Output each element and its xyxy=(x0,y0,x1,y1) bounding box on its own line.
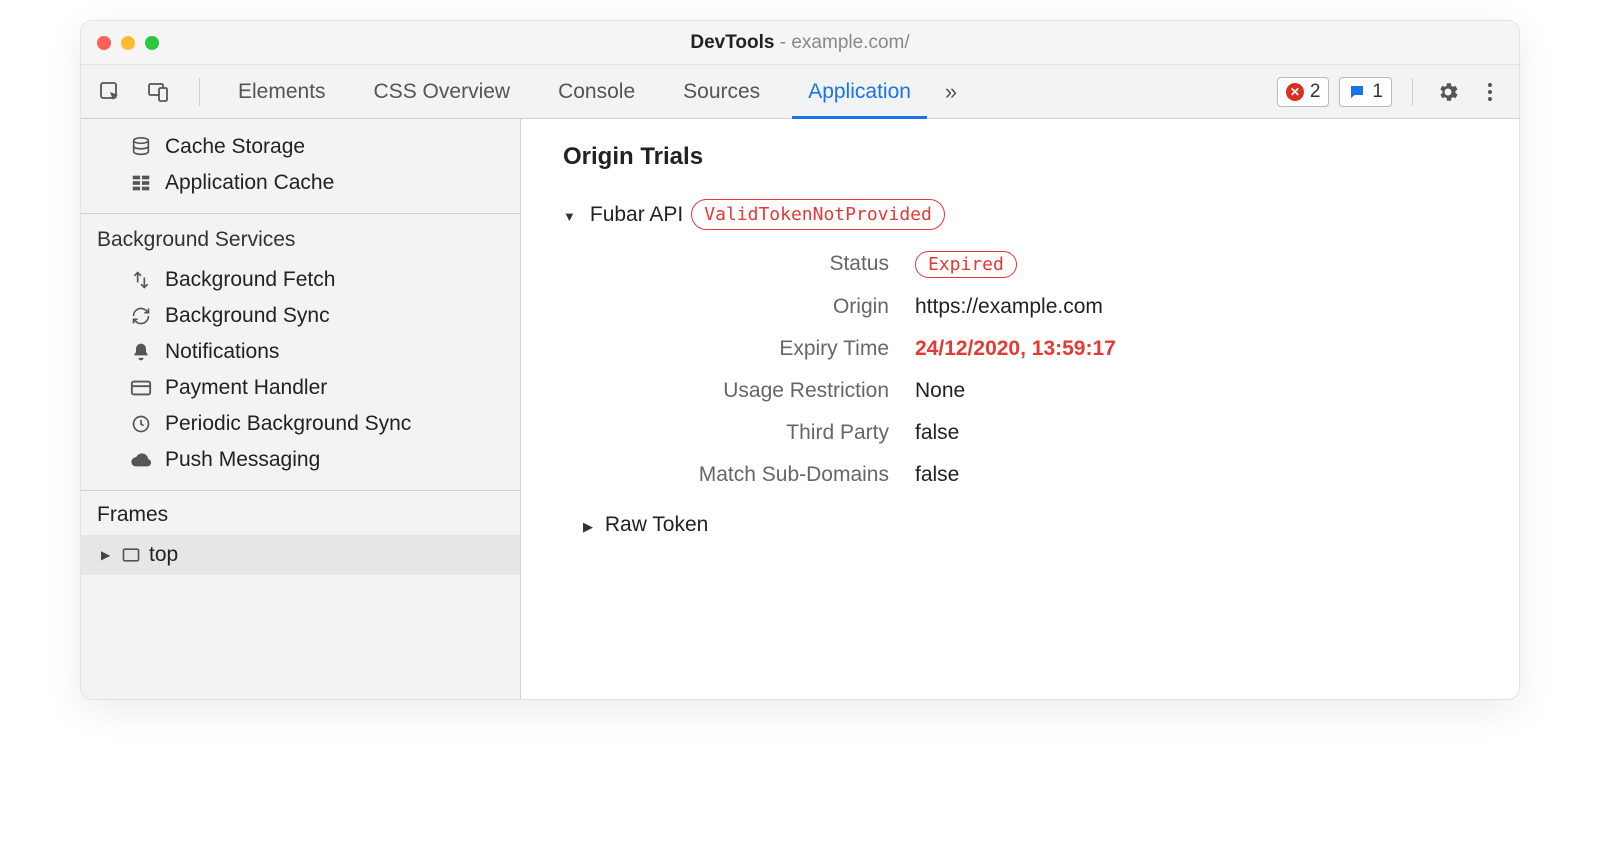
error-icon: ✕ xyxy=(1286,83,1304,101)
sidebar-item-background-fetch[interactable]: Background Fetch xyxy=(81,262,520,298)
label-origin: Origin xyxy=(599,295,889,319)
console-status-badges: ✕ 2 1 xyxy=(1277,77,1392,107)
sidebar-item-label: Push Messaging xyxy=(165,448,320,472)
label-match-subdomains: Match Sub-Domains xyxy=(599,463,889,487)
origin-trials-panel: Origin Trials Fubar API ValidTokenNotPro… xyxy=(521,119,1519,699)
value-match-subdomains: false xyxy=(915,463,1477,487)
tabbar-left-tools xyxy=(95,77,208,107)
value-usage-restriction: None xyxy=(915,379,1477,403)
window-minimize-button[interactable] xyxy=(121,36,135,50)
sync-icon xyxy=(129,306,153,326)
issues-icon xyxy=(1348,83,1366,101)
disclosure-triangle-down-icon xyxy=(563,203,582,227)
frame-row-top[interactable]: ▶ top xyxy=(81,535,520,575)
sidebar-item-background-sync[interactable]: Background Sync xyxy=(81,298,520,334)
panel-heading: Origin Trials xyxy=(563,143,1477,171)
inspected-url: example.com/ xyxy=(791,32,909,53)
cloud-icon xyxy=(129,449,153,471)
window-title: DevTools - example.com/ xyxy=(690,32,909,54)
label-third-party: Third Party xyxy=(599,421,889,445)
device-toolbar-icon[interactable] xyxy=(143,77,173,107)
raw-token-row[interactable]: Raw Token xyxy=(583,513,1477,537)
tab-label: CSS Overview xyxy=(374,80,511,104)
window-zoom-button[interactable] xyxy=(145,36,159,50)
tab-label: Sources xyxy=(683,80,760,104)
label-usage-restriction: Usage Restriction xyxy=(599,379,889,403)
label-status: Status xyxy=(599,252,889,277)
credit-card-icon xyxy=(129,377,153,399)
value-status: Expired xyxy=(915,252,1477,277)
app-name: DevTools xyxy=(690,32,774,53)
sidebar-item-label: Application Cache xyxy=(165,171,334,195)
sidebar-item-label: Background Fetch xyxy=(165,268,335,292)
traffic-lights xyxy=(97,36,159,50)
sidebar-group-frames: Frames xyxy=(81,491,520,535)
frame-label: top xyxy=(149,543,178,567)
window-close-button[interactable] xyxy=(97,36,111,50)
label-expiry: Expiry Time xyxy=(599,337,889,361)
tab-label: Console xyxy=(558,80,635,104)
panel-body: Cache Storage Application Cache Backgrou… xyxy=(81,119,1519,699)
sidebar-item-label: Cache Storage xyxy=(165,135,305,159)
sidebar-item-payment-handler[interactable]: Payment Handler xyxy=(81,370,520,406)
origin-trial-row[interactable]: Fubar API ValidTokenNotProvided xyxy=(563,199,1477,230)
sidebar-item-notifications[interactable]: Notifications xyxy=(81,334,520,370)
tab-application[interactable]: Application xyxy=(784,65,935,118)
value-origin: https://example.com xyxy=(915,295,1477,319)
issues-count-badge[interactable]: 1 xyxy=(1339,77,1392,107)
kebab-menu-icon[interactable] xyxy=(1475,77,1505,107)
tab-sources[interactable]: Sources xyxy=(659,65,784,118)
error-count: 2 xyxy=(1310,81,1321,103)
raw-token-label: Raw Token xyxy=(605,513,709,536)
tab-label: Elements xyxy=(238,80,326,104)
sidebar-item-label: Notifications xyxy=(165,340,279,364)
tab-label: Application xyxy=(808,80,911,104)
title-sep: - xyxy=(774,32,791,53)
transfer-icon xyxy=(129,270,153,290)
trial-details-table: Status Expired Origin https://example.co… xyxy=(599,252,1477,487)
database-icon xyxy=(129,136,153,158)
token-status-badge: ValidTokenNotProvided xyxy=(691,199,945,230)
trial-name: Fubar API xyxy=(590,203,683,227)
bell-icon xyxy=(129,342,153,362)
sidebar-item-application-cache[interactable]: Application Cache xyxy=(81,165,520,201)
inspect-element-icon[interactable] xyxy=(95,77,125,107)
sidebar-item-push-messaging[interactable]: Push Messaging xyxy=(81,442,520,478)
frame-icon xyxy=(121,545,141,565)
tab-elements[interactable]: Elements xyxy=(214,65,350,118)
application-sidebar: Cache Storage Application Cache Backgrou… xyxy=(81,119,521,699)
disclosure-triangle-right-icon xyxy=(583,513,599,536)
tab-console[interactable]: Console xyxy=(534,65,659,118)
separator xyxy=(199,78,200,106)
grid-icon xyxy=(129,172,153,194)
sidebar-item-periodic-sync[interactable]: Periodic Background Sync xyxy=(81,406,520,442)
value-third-party: false xyxy=(915,421,1477,445)
devtools-window: DevTools - example.com/ Elements CSS Ove… xyxy=(80,20,1520,700)
issues-count: 1 xyxy=(1372,81,1383,103)
sidebar-frames-section: Frames ▶ top xyxy=(81,490,520,575)
error-count-badge[interactable]: ✕ 2 xyxy=(1277,77,1330,107)
sidebar-item-cache-storage[interactable]: Cache Storage xyxy=(81,129,520,165)
settings-icon[interactable] xyxy=(1433,77,1463,107)
sidebar-item-label: Background Sync xyxy=(165,304,330,328)
value-expiry: 24/12/2020, 13:59:17 xyxy=(915,337,1477,361)
status-badge: Expired xyxy=(915,251,1017,278)
chevron-double-right-icon: » xyxy=(945,79,957,105)
more-tabs-button[interactable]: » xyxy=(935,65,967,118)
tabbar-right-tools: ✕ 2 1 xyxy=(1277,77,1505,107)
devtools-tabbar: Elements CSS Overview Console Sources Ap… xyxy=(81,65,1519,119)
sidebar-item-label: Payment Handler xyxy=(165,376,327,400)
clock-icon xyxy=(129,414,153,434)
sidebar-item-label: Periodic Background Sync xyxy=(165,412,411,436)
sidebar-group-background-services: Background Services xyxy=(81,213,520,262)
disclosure-triangle-icon: ▶ xyxy=(101,548,113,562)
separator xyxy=(1412,78,1413,106)
panel-tabs: Elements CSS Overview Console Sources Ap… xyxy=(214,65,967,118)
tab-css-overview[interactable]: CSS Overview xyxy=(350,65,535,118)
titlebar: DevTools - example.com/ xyxy=(81,21,1519,65)
